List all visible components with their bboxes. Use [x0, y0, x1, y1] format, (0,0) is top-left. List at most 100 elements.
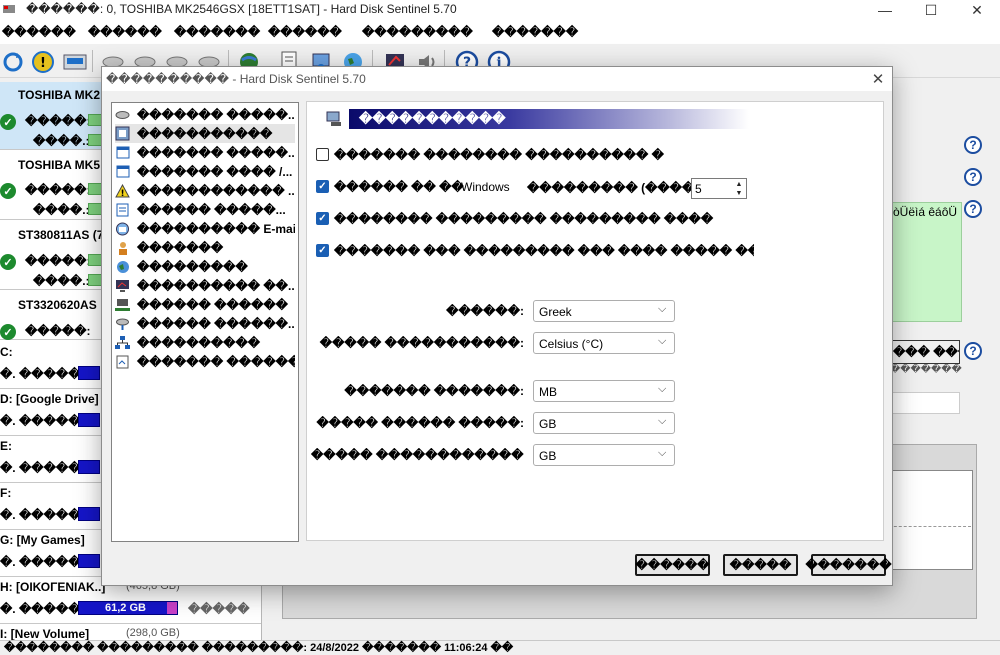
menu-item[interactable]: ������ — [2, 25, 76, 39]
option-label: ������ �� �� — [334, 180, 464, 194]
menu-item[interactable]: ������� — [492, 25, 578, 39]
nav-label: ���������� E-mail — [137, 221, 295, 236]
window-icon — [115, 164, 130, 179]
volume-usage-bar — [78, 413, 100, 427]
menu-bar: ������ ������ ������� ������ ��������� �… — [0, 20, 1000, 44]
status-caption: ����������� ���� — [890, 364, 962, 374]
nav-item[interactable]: ! ������������ ... — [115, 181, 295, 200]
nav-label: ������� ������... — [137, 354, 295, 369]
volume-free-label: �. ����� — [0, 461, 81, 475]
ok-check-icon: ✓ — [0, 114, 16, 130]
close-window-button[interactable]: ✕ — [954, 0, 1000, 20]
disk-health-label: �����: — [25, 183, 91, 197]
volume-free-label: �. ����� — [0, 414, 81, 428]
help-icon[interactable]: ? — [964, 168, 982, 186]
help-icon[interactable]: ? — [964, 342, 982, 360]
nav-item[interactable]: ������� �����... — [115, 143, 295, 162]
warning-icon[interactable]: ! — [30, 49, 56, 75]
volume-name: D: [Google Drive] — [0, 392, 99, 406]
nav-label: ������ ������ — [137, 297, 288, 312]
nav-item[interactable]: ��������� — [115, 257, 295, 276]
volume-size-unit-select[interactable]: GB ⌵ — [533, 444, 675, 466]
spin-down-icon[interactable]: ▼ — [732, 189, 746, 198]
svg-text:!: ! — [120, 189, 124, 198]
volume-size-unit-value: GB — [539, 449, 557, 463]
nav-item[interactable]: ���������� — [115, 333, 295, 352]
menu-item[interactable]: ������ — [88, 25, 162, 39]
nav-label: ������ ������... — [137, 316, 295, 331]
language-select[interactable]: Greek ⌵ — [533, 300, 675, 322]
nav-item[interactable]: ������� ������... — [115, 352, 295, 371]
option-label-suffix: Windows — [461, 180, 510, 194]
status-text-box: òÜëìá êáôÜ — [890, 202, 962, 322]
nav-item[interactable]: ������� ���� /... — [115, 162, 295, 181]
volume-used-size: 61,2 GB — [105, 602, 146, 614]
status-button[interactable]: ��� ��� � — [890, 340, 960, 364]
disk-icon[interactable] — [62, 49, 88, 75]
option-checkbox-1[interactable] — [316, 148, 329, 161]
delay-spinner[interactable]: 5 ▲ ▼ — [691, 178, 747, 199]
volume-name: G: [My Games] — [0, 533, 85, 547]
menu-item[interactable]: ������ — [268, 25, 342, 39]
option-checkbox-2[interactable]: ✓ — [316, 180, 329, 193]
temperature-unit-value: Celsius (°C) — [539, 337, 604, 351]
maximize-button[interactable]: ☐ — [908, 0, 954, 20]
nav-label: ������� �����... — [137, 107, 295, 122]
nav-item[interactable]: ������ ������ — [115, 295, 295, 314]
ok-check-icon: ✓ — [0, 324, 16, 340]
ok-button[interactable]: ������ — [635, 554, 710, 576]
size-unit-select[interactable]: MB ⌵ — [533, 380, 675, 402]
info-field — [890, 392, 960, 414]
disk-name: ST380811AS (7 — [18, 228, 104, 242]
temperature-unit-select[interactable]: Celsius (°C) ⌵ — [533, 332, 675, 354]
volume-name: C: — [0, 345, 13, 359]
option-checkbox-4[interactable]: ✓ — [316, 244, 329, 257]
help-icon[interactable]: ? — [964, 200, 982, 218]
dialog-title: ���������� - Hard Disk Sentinel 5.70 — [106, 72, 366, 86]
menu-item[interactable]: ������� — [174, 25, 260, 39]
nav-label: ����������� — [137, 126, 273, 141]
app-logo-icon — [3, 5, 15, 13]
section-banner: ����������� — [317, 107, 749, 129]
volume-free-label: �. ����� — [0, 367, 81, 381]
temperature-unit-label: ����� �����������: — [319, 336, 524, 350]
status-bar: �������� ��������� ���������: 24/8/2022 … — [0, 640, 1000, 655]
volume-usage-bar — [78, 460, 100, 474]
disk-size-unit-label: ����� ������ �����: — [316, 416, 524, 430]
help-button[interactable]: ������� — [805, 554, 892, 576]
toolbar-separator — [92, 50, 93, 72]
cancel-button[interactable]: ����� — [723, 554, 798, 576]
volume-size: (298,0 GB) — [126, 627, 180, 639]
nav-item[interactable]: ���������� ��... — [115, 276, 295, 295]
disk-perf-label: ����.: — [33, 134, 90, 148]
menu-item[interactable]: ��������� — [362, 25, 473, 39]
volume-name: H: [ΟΙΚΟΓΕΝΙΑΚ..] — [0, 580, 106, 594]
settings-section-icon — [326, 111, 341, 126]
settings-content-panel: ����������� ������� �������� ���������� … — [306, 101, 884, 541]
delay-value: 5 — [695, 182, 702, 196]
disk-size-unit-select[interactable]: GB ⌵ — [533, 412, 675, 434]
spin-up-icon[interactable]: ▲ — [732, 180, 746, 189]
nav-item[interactable]: ������ ������... — [115, 314, 295, 333]
option-checkbox-3[interactable]: ✓ — [316, 212, 329, 225]
disk-size-unit-value: GB — [539, 417, 557, 431]
settings-nav-list: ������� �����... ����������� ������� ���… — [111, 102, 299, 542]
email-icon — [115, 221, 130, 236]
refresh-icon[interactable] — [0, 49, 26, 75]
section-title: ����������� — [349, 109, 749, 129]
nav-item[interactable]: ������� �����... — [115, 105, 295, 124]
dialog-close-button[interactable]: ✕ — [868, 69, 888, 89]
nav-item[interactable]: ������ �����... — [115, 200, 295, 219]
settings-dialog: ���������� - Hard Disk Sentinel 5.70 ✕ �… — [101, 66, 893, 586]
volume-extra-label: ����� — [188, 602, 250, 616]
nav-item[interactable]: ����������� — [115, 124, 295, 143]
svg-text:!: ! — [40, 56, 46, 71]
nav-item[interactable]: ���������� E-mail — [115, 219, 295, 238]
delay-label: ��������� (����.): — [527, 181, 706, 195]
chevron-down-icon: ⌵ — [658, 303, 667, 315]
nav-label: ������� ���� /... — [137, 164, 293, 179]
nav-item[interactable]: ������� — [115, 238, 295, 257]
help-icon[interactable]: ? — [964, 136, 982, 154]
minimize-button[interactable]: — — [862, 0, 908, 20]
disk-perf-label: ����.: — [33, 203, 90, 217]
